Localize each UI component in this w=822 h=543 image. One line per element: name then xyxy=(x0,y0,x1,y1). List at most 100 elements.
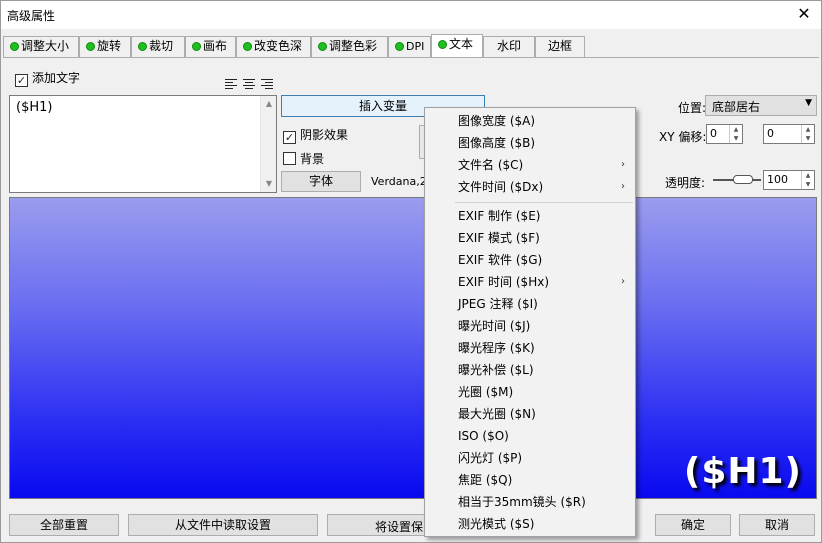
scroll-up-icon[interactable]: ▲ xyxy=(261,96,277,112)
spin-down-icon[interactable]: ▼ xyxy=(802,134,814,143)
spin-up-icon[interactable]: ▲ xyxy=(730,125,742,134)
menu-item-exif-time[interactable]: EXIF 时间 ($Hx) › xyxy=(425,271,635,293)
opacity-slider-thumb[interactable] xyxy=(733,175,753,184)
menu-item-focal-length[interactable]: 焦距 ($Q) xyxy=(425,469,635,491)
opacity-spinner[interactable]: 100 ▲ ▼ xyxy=(763,170,815,190)
status-dot-icon xyxy=(318,42,327,51)
preview-image: ($H1) xyxy=(9,197,817,499)
menu-item-label: 焦距 ($Q) xyxy=(458,473,513,487)
menu-item-label: EXIF 软件 ($G) xyxy=(458,253,543,267)
status-dot-icon xyxy=(86,42,95,51)
spin-down-icon[interactable]: ▼ xyxy=(730,134,742,143)
menu-item-metering-mode[interactable]: 测光模式 ($S) xyxy=(425,513,635,535)
menu-item-exposure-bias[interactable]: 曝光补偿 ($L) xyxy=(425,359,635,381)
menu-item-iso[interactable]: ISO ($O) xyxy=(425,425,635,447)
shadow-label: 阴影效果 xyxy=(300,128,349,142)
add-text-label: 添加文字 xyxy=(32,71,81,85)
align-center-icon[interactable] xyxy=(243,79,255,90)
status-dot-icon xyxy=(243,42,252,51)
reset-all-button[interactable]: 全部重置 xyxy=(9,514,119,536)
advanced-properties-dialog: 高级属性 ✕ 调整大小 旋转 裁切 画布 改变色深 调整色彩 DPI 文本 水印… xyxy=(0,0,822,543)
tab-resize[interactable]: 调整大小 xyxy=(3,36,79,57)
spin-down-icon[interactable]: ▼ xyxy=(802,180,814,189)
checkbox-checked-icon: ✓ xyxy=(15,74,28,87)
menu-item-exposure-time[interactable]: 曝光时间 ($J) xyxy=(425,315,635,337)
title-bar: 高级属性 ✕ xyxy=(1,1,821,29)
tab-text[interactable]: 文本 xyxy=(431,34,483,58)
checkbox-unchecked-icon xyxy=(283,152,296,165)
tab-adjust-color[interactable]: 调整色彩 xyxy=(311,36,388,57)
menu-item-flash[interactable]: 闪光灯 ($P) xyxy=(425,447,635,469)
y-offset-value: 0 xyxy=(767,127,774,140)
tab-rotate[interactable]: 旋转 xyxy=(79,36,131,57)
tab-label: DPI xyxy=(406,40,425,53)
tab-border[interactable]: 边框 xyxy=(535,36,585,57)
scroll-down-icon[interactable]: ▼ xyxy=(261,176,277,192)
menu-item-label: 曝光补偿 ($L) xyxy=(458,363,534,377)
tab-crop[interactable]: 裁切 xyxy=(131,36,185,57)
background-checkbox[interactable]: 背景 xyxy=(283,150,324,167)
menu-item-label: 闪光灯 ($P) xyxy=(458,451,523,465)
align-left-icon[interactable] xyxy=(225,79,237,90)
shadow-checkbox[interactable]: ✓ 阴影效果 xyxy=(283,126,348,144)
position-select-value: 底部居右 xyxy=(712,100,761,114)
text-input-area[interactable]: ($H1) ▲ ▼ xyxy=(9,95,277,193)
preview-overlay-text: ($H1) xyxy=(683,451,802,492)
tab-color-depth[interactable]: 改变色深 xyxy=(236,36,311,57)
tab-label: 裁切 xyxy=(149,39,174,53)
menu-item-label: 文件名 ($C) xyxy=(458,158,524,172)
opacity-label: 透明度: xyxy=(665,176,706,190)
status-dot-icon xyxy=(10,42,19,51)
tab-label: 旋转 xyxy=(97,39,122,53)
spin-up-icon[interactable]: ▲ xyxy=(802,171,814,180)
menu-item-label: EXIF 模式 ($F) xyxy=(458,231,540,245)
menu-item-aperture[interactable]: 光圈 ($M) xyxy=(425,381,635,403)
font-button[interactable]: 字体 xyxy=(281,171,361,192)
tab-watermark[interactable]: 水印 xyxy=(483,36,535,57)
menu-item-exposure-program[interactable]: 曝光程序 ($K) xyxy=(425,337,635,359)
y-offset-spinner[interactable]: 0 ▲ ▼ xyxy=(763,124,815,144)
status-dot-icon xyxy=(192,42,201,51)
x-offset-spinner[interactable]: 0 ▲ ▼ xyxy=(706,124,743,144)
status-dot-icon xyxy=(395,42,404,51)
menu-item-label: 相当于35mm镜头 ($R) xyxy=(458,495,586,509)
position-select[interactable]: 底部居右 ▼ xyxy=(705,95,817,116)
tab-label: 调整大小 xyxy=(21,39,70,53)
menu-item-label: 最大光圈 ($N) xyxy=(458,407,536,421)
tab-canvas[interactable]: 画布 xyxy=(185,36,236,57)
tab-label: 文本 xyxy=(449,37,474,51)
spin-up-icon[interactable]: ▲ xyxy=(802,125,814,134)
menu-item-label: 曝光时间 ($J) xyxy=(458,319,531,333)
menu-item-image-height[interactable]: 图像高度 ($B) xyxy=(425,132,635,154)
close-icon[interactable]: ✕ xyxy=(793,3,815,25)
opacity-value: 100 xyxy=(767,173,788,186)
menu-item-filename[interactable]: 文件名 ($C) › xyxy=(425,154,635,176)
menu-item-jpeg-comment[interactable]: JPEG 注释 ($I) xyxy=(425,293,635,315)
tab-label: 改变色深 xyxy=(254,39,303,53)
status-dot-icon xyxy=(438,40,447,49)
save-settings-label: 将设置保 xyxy=(375,520,424,534)
tab-dpi[interactable]: DPI xyxy=(388,36,431,57)
text-scrollbar[interactable]: ▲ ▼ xyxy=(260,96,276,192)
menu-item-file-time[interactable]: 文件时间 ($Dx) › xyxy=(425,176,635,198)
menu-item-35mm-equivalent[interactable]: 相当于35mm镜头 ($R) xyxy=(425,491,635,513)
checkbox-checked-icon: ✓ xyxy=(283,131,296,144)
load-from-file-button[interactable]: 从文件中读取设置 xyxy=(128,514,318,536)
menu-item-image-width[interactable]: 图像宽度 ($A) xyxy=(425,110,635,132)
align-right-icon[interactable] xyxy=(261,79,273,90)
window-title: 高级属性 xyxy=(7,9,56,23)
xy-offset-label: XY 偏移: xyxy=(659,130,707,144)
menu-item-label: 曝光程序 ($K) xyxy=(458,341,535,355)
menu-item-label: JPEG 注释 ($I) xyxy=(458,297,538,311)
add-text-checkbox[interactable]: ✓ 添加文字 xyxy=(15,69,80,87)
submenu-arrow-icon: › xyxy=(621,181,625,192)
cancel-button[interactable]: 取消 xyxy=(739,514,815,536)
submenu-arrow-icon: › xyxy=(621,276,625,287)
ok-button[interactable]: 确定 xyxy=(655,514,731,536)
menu-item-label: EXIF 制作 ($E) xyxy=(458,209,541,223)
menu-item-exif-software[interactable]: EXIF 软件 ($G) xyxy=(425,249,635,271)
menu-item-exif-make[interactable]: EXIF 制作 ($E) xyxy=(425,205,635,227)
menu-item-exif-model[interactable]: EXIF 模式 ($F) xyxy=(425,227,635,249)
menu-item-max-aperture[interactable]: 最大光圈 ($N) xyxy=(425,403,635,425)
menu-item-label: 光圈 ($M) xyxy=(458,385,514,399)
